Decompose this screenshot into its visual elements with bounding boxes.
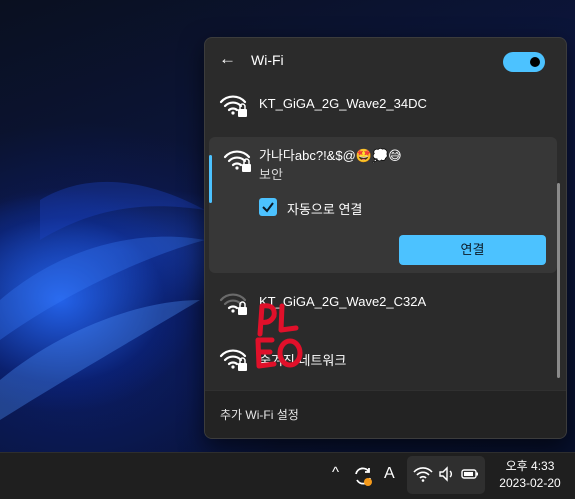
system-clock[interactable]: 오후 4:33 2023-02-20: [490, 458, 570, 492]
selected-network-name: 가나다abc?!&$@🤩💭😅: [259, 148, 402, 163]
quick-settings-button[interactable]: [407, 456, 485, 494]
ime-indicator[interactable]: A: [384, 465, 395, 483]
flyout-footer: 추가 Wi-Fi 설정: [205, 390, 566, 438]
volume-icon: [439, 466, 452, 482]
connect-button[interactable]: 연결: [399, 235, 546, 265]
auto-connect-label: 자동으로 연결: [287, 202, 363, 217]
security-status: 보안: [259, 167, 283, 182]
checkmark-icon: [262, 202, 274, 213]
wifi-secured-icon: [223, 150, 251, 172]
wifi-secured-icon: [219, 293, 247, 315]
chevron-up-icon[interactable]: ^: [332, 464, 348, 486]
clock-date: 2023-02-20: [499, 476, 561, 490]
wifi-secured-icon: [219, 95, 247, 117]
more-wifi-settings-link[interactable]: 추가 Wi-Fi 설정: [220, 406, 299, 423]
wifi-icon: [413, 467, 433, 482]
handwritten-mark: [255, 303, 303, 369]
network-item[interactable]: KT_GiGA_2G_Wave2_34DC: [219, 88, 549, 118]
scrollbar[interactable]: [557, 183, 560, 378]
flyout-header: ← Wi-Fi: [205, 38, 566, 84]
selected-network-card[interactable]: 가나다abc?!&$@🤩💭😅 보안 자동으로 연결 연결: [209, 137, 557, 273]
wifi-secured-icon: [219, 349, 247, 371]
network-name: KT_GiGA_2G_Wave2_34DC: [259, 96, 427, 111]
toggle-knob: [530, 57, 540, 67]
wifi-toggle[interactable]: [503, 52, 545, 72]
back-arrow-icon[interactable]: ←: [219, 50, 237, 68]
auto-connect-checkbox[interactable]: [259, 198, 277, 216]
wifi-flyout: ← Wi-Fi KT_GiGA_2G_Wave2_34DC 가나다abc?!&$…: [204, 37, 567, 439]
flyout-title: Wi-Fi: [251, 52, 284, 68]
clock-time: 오후 4:33: [505, 459, 555, 473]
selection-accent: [209, 155, 212, 203]
sync-icon[interactable]: [352, 465, 374, 487]
taskbar: ^ A 오후 4:33 2023-02-20: [0, 452, 575, 499]
battery-icon: [461, 469, 478, 479]
